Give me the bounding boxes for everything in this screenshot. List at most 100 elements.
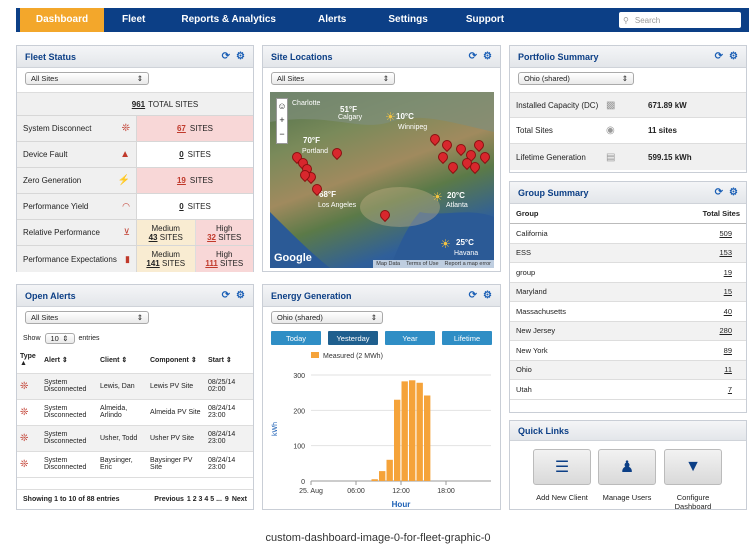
chart-bar <box>394 399 401 481</box>
weather-label: 25°C <box>456 238 474 247</box>
disconnect-icon: ❊ <box>121 123 130 134</box>
chart-bar <box>386 459 393 481</box>
caption: custom-dashboard-image-0-for-fleet-graph… <box>265 532 491 544</box>
panel-title: Fleet Status <box>25 51 77 62</box>
table-row: Ohio 11 <box>510 360 746 380</box>
bar-chart-icon: ▤ <box>606 151 616 163</box>
google-logo: Google <box>274 252 312 264</box>
configure-dashboard-link[interactable]: ▼ Configure Dashboard <box>658 449 728 511</box>
lifetime-button[interactable]: Lifetime <box>442 331 492 345</box>
tab-alerts[interactable]: Alerts <box>306 8 358 32</box>
chart-bar <box>424 395 431 481</box>
today-button[interactable]: Today <box>271 331 321 345</box>
map-footer: Map Data Terms of Use Report a map error <box>373 260 494 268</box>
tab-reports[interactable]: Reports & Analytics <box>169 8 288 32</box>
tab-support[interactable]: Support <box>454 8 516 32</box>
refresh-icon[interactable]: ⟳ <box>469 290 477 301</box>
map-city-label: Winnipeg <box>398 124 428 131</box>
gear-icon[interactable]: ⚙ <box>236 290 245 301</box>
zoom-control[interactable]: ☺ + − <box>276 98 288 144</box>
chart-bar <box>401 381 408 481</box>
table-row: New Jersey 280 <box>510 321 746 341</box>
table-row[interactable]: ❊ System Disconnected Baysinger, Eric Baysi… <box>17 451 253 478</box>
gear-icon[interactable]: ⚙ <box>483 51 492 62</box>
y-tick-label: 0 <box>301 479 305 486</box>
total-sites: 961 TOTAL SITES <box>17 92 253 116</box>
group-summary-panel: Group Summary ⟳ ⚙ Group Total Sites Califor… <box>509 181 747 413</box>
yesterday-button[interactable]: Yesterday <box>328 331 378 345</box>
gear-icon[interactable]: ⚙ <box>729 187 738 198</box>
search-input[interactable]: ⚲ Search <box>619 12 741 28</box>
chart-bar <box>371 479 378 481</box>
gauge-icon: ◠ <box>122 201 130 211</box>
table-row[interactable]: ❊ System Disconnected Almeida, Arlindo Alme… <box>17 399 253 426</box>
portfolio-select[interactable]: Ohio (shared) ⇕ <box>518 72 634 85</box>
map-city-label: Calgary <box>338 114 363 121</box>
chart-bar <box>416 382 423 481</box>
energy-chart: Measured (2 MWh) 0 100 200 300 kWh 25. Aug 06:0… <box>272 352 491 509</box>
location-pin-icon: ◉ <box>606 125 615 136</box>
tab-settings[interactable]: Settings <box>376 8 439 32</box>
table-row: Utah 7 <box>510 379 746 400</box>
table-row[interactable]: ❊ System Disconnected Lewis, Dan Lewis PV S… <box>17 373 253 400</box>
disconnect-icon: ❊ <box>20 406 29 418</box>
site-select[interactable]: All Sites ⇕ <box>271 72 395 85</box>
energy-generation-panel: Energy Generation ⟳ ⚙ Ohio (shared) ⇕ Today… <box>262 284 501 510</box>
refresh-icon[interactable]: ⟳ <box>715 51 723 62</box>
gear-icon[interactable]: ⚙ <box>236 51 245 62</box>
dashboard-icon: ▼ <box>664 449 722 485</box>
map-city-label: Charlotte <box>292 100 321 107</box>
disconnect-icon: ❊ <box>20 432 29 444</box>
tab-fleet[interactable]: Fleet <box>110 8 157 32</box>
refresh-icon[interactable]: ⟳ <box>715 187 723 198</box>
zero-generation-icon: ⚡ <box>117 175 130 186</box>
table-row: Massachusetts 40 <box>510 301 746 322</box>
x-tick-label: 12:00 <box>392 488 410 495</box>
site-select[interactable]: All Sites ⇕ <box>25 72 149 85</box>
battery-icon: ▮ <box>125 253 130 264</box>
table-row[interactable]: ❊ System Disconnected Usher, Todd Usher PV … <box>17 425 253 452</box>
legend-label: Measured (2 MWh) <box>323 353 383 360</box>
table-row: ESS 153 <box>510 243 746 263</box>
y-tick-label: 100 <box>293 444 305 451</box>
gear-icon[interactable]: ⚙ <box>729 51 738 62</box>
add-new-client-link[interactable]: ☰ Add New Client <box>527 449 597 502</box>
sliders-icon: ☰ <box>533 449 591 485</box>
quick-links-panel: Quick Links ☰ Add New Client ♟ Manage User… <box>509 420 747 511</box>
sun-icon: ☀ <box>440 237 451 251</box>
refresh-icon[interactable]: ⟳ <box>222 290 230 301</box>
gear-icon[interactable]: ⚙ <box>483 290 492 301</box>
refresh-icon[interactable]: ⟳ <box>469 51 477 62</box>
y-tick-label: 300 <box>293 373 305 380</box>
weather-label: 20°C <box>447 191 465 200</box>
table-row: Maryland 15 <box>510 282 746 302</box>
refresh-icon[interactable]: ⟳ <box>222 51 230 62</box>
site-locations-panel: Site Locations ⟳ ⚙ All Sites ⇕ ☺ + − Charlott… <box>262 45 501 272</box>
alerts-table: Type ▲ Alert ⇕ Client ⇕ Component ⇕ Start… <box>17 347 253 478</box>
year-button[interactable]: Year <box>385 331 435 345</box>
map-city-label: Havana <box>454 250 479 257</box>
weather-label: 10°C <box>396 112 414 121</box>
top-nav: Dashboard Fleet Reports & Analytics Aler… <box>16 8 749 32</box>
period-buttons: Today Yesterday Year Lifetime <box>263 329 500 347</box>
alerts-site-select[interactable]: All Sites ⇕ <box>25 311 149 324</box>
map[interactable]: ☺ + − Charlotte Calgary Winnipeg Portland … <box>270 92 494 268</box>
entries-select[interactable]: 10 ⇕ <box>44 332 75 344</box>
weather-label: 51°F <box>340 105 357 114</box>
legend-swatch <box>311 352 319 358</box>
user-icon: ♟ <box>598 449 656 485</box>
sun-icon: ☀ <box>385 110 396 124</box>
y-tick-label: 200 <box>293 408 305 415</box>
map-city-label: Portland <box>302 148 329 155</box>
manage-users-link[interactable]: ♟ Manage Users <box>592 449 662 502</box>
table-row: California 509 <box>510 223 746 244</box>
table-row: New York 89 <box>510 340 746 361</box>
x-tick-label: 06:00 <box>347 488 365 495</box>
energy-select[interactable]: Ohio (shared) ⇕ <box>271 311 383 324</box>
search-icon: ⚲ <box>623 15 629 25</box>
fleet-status-panel: Fleet Status ⟳ ⚙ All Sites ⇕ 961 TOTAL SITES… <box>16 45 254 272</box>
tab-dashboard[interactable]: Dashboard <box>20 8 104 32</box>
y-axis-label: kWh <box>272 422 279 436</box>
map-city-label: Atlanta <box>446 202 468 209</box>
group-table: Group Total Sites California 509 ESS 153 grou… <box>510 204 746 400</box>
